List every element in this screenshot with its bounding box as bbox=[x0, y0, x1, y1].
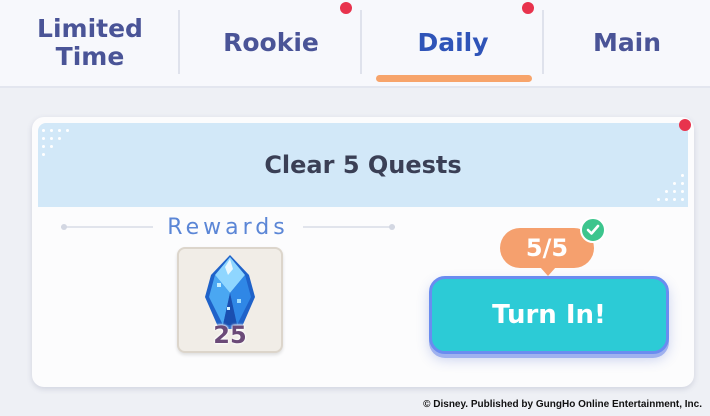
copyright-notice: © Disney. Published by GungHo Online Ent… bbox=[423, 399, 702, 410]
quest-notification-dot bbox=[679, 119, 691, 131]
decorative-dots bbox=[644, 161, 684, 201]
tab-daily-label: Daily bbox=[417, 28, 489, 57]
tab-daily[interactable]: Daily bbox=[362, 0, 544, 86]
tab-limited-time-label-line1: Limited bbox=[37, 14, 143, 43]
rewards-heading: Rewards bbox=[48, 214, 408, 240]
tab-main[interactable]: Main bbox=[544, 0, 710, 86]
quest-title: Clear 5 Quests bbox=[264, 151, 462, 179]
tab-bar: Limited Time Rookie Daily Main bbox=[0, 0, 710, 88]
tab-main-label: Main bbox=[592, 28, 662, 57]
quest-progress-text: 5/5 bbox=[525, 234, 569, 262]
decorative-dots bbox=[42, 129, 82, 169]
tab-limited-time[interactable]: Limited Time bbox=[0, 0, 180, 86]
reward-item[interactable]: 25 bbox=[177, 247, 283, 353]
rewards-label: Rewards bbox=[167, 214, 289, 240]
divider bbox=[302, 224, 395, 230]
quest-header: Clear 5 Quests bbox=[38, 123, 688, 207]
turn-in-button-label: Turn In! bbox=[492, 300, 606, 330]
tab-rookie[interactable]: Rookie bbox=[180, 0, 362, 86]
active-tab-indicator bbox=[376, 75, 532, 82]
check-icon bbox=[580, 217, 606, 243]
tab-rookie-label: Rookie bbox=[223, 28, 319, 57]
reward-quantity: 25 bbox=[213, 321, 247, 349]
tab-limited-time-label: Limited Time bbox=[37, 15, 143, 71]
tab-limited-time-label-line2: Time bbox=[55, 42, 125, 71]
turn-in-button[interactable]: Turn In! bbox=[429, 276, 669, 354]
tab-daily-notification-dot bbox=[522, 2, 534, 14]
tab-rookie-notification-dot bbox=[340, 2, 352, 14]
divider bbox=[61, 224, 154, 230]
quest-card: Clear 5 Quests Rewards 25 5/5 Turn In! bbox=[32, 117, 694, 387]
